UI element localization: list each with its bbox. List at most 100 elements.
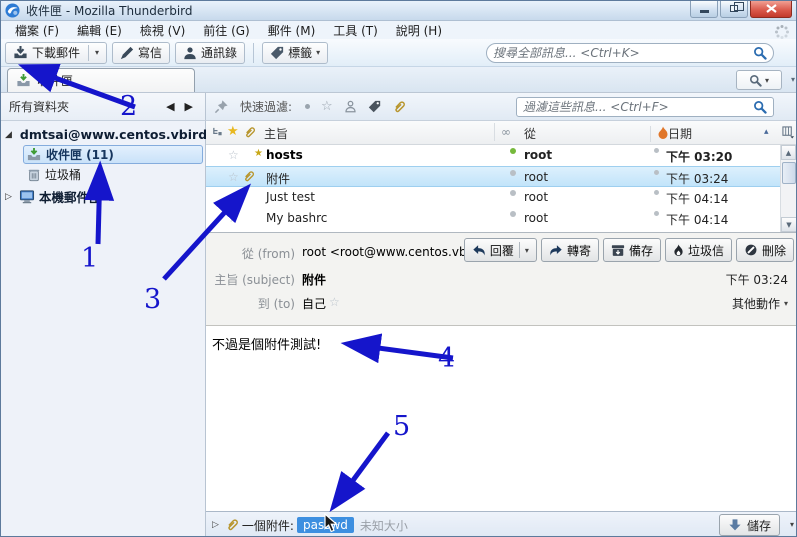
all-tabs-button[interactable]: ▾ xyxy=(791,75,795,84)
save-label: 儲存 xyxy=(747,517,771,534)
message-row-my-bashrc[interactable]: ☆ My bashrc root 下午 04:14 xyxy=(206,208,796,229)
menu-go[interactable]: 前往 (G) xyxy=(195,21,257,40)
titlebar: 收件匣 - Mozilla Thunderbird xyxy=(1,1,796,21)
menu-edit[interactable]: 編輯 (E) xyxy=(69,21,130,40)
star-icon[interactable]: ☆ xyxy=(228,148,239,162)
other-actions-button[interactable]: 其他動作 ▾ xyxy=(732,295,788,312)
forward-button[interactable]: 轉寄 xyxy=(541,238,599,262)
message-date: 下午 03:24 xyxy=(666,170,728,187)
scrollbar-thumb[interactable] xyxy=(782,162,796,184)
thunderbird-logo-icon xyxy=(5,3,20,18)
junk-column-icon[interactable] xyxy=(650,126,669,142)
to-value[interactable]: 自己 xyxy=(302,295,326,312)
message-subject: Just test xyxy=(266,190,315,204)
thread-list: ☆ ★ hosts root 下午 03:20 ☆ 附件 xyxy=(206,145,796,232)
global-search-input[interactable] xyxy=(493,46,753,60)
read-dot-icon[interactable] xyxy=(510,211,516,217)
write-label: 寫信 xyxy=(138,44,162,61)
message-header-pane: 從 (from) root <root@www.centos.vbird> ☆ … xyxy=(206,233,796,326)
search-icon[interactable] xyxy=(753,100,767,114)
thread-column-icon[interactable] xyxy=(212,127,223,138)
column-date[interactable]: 日期 xyxy=(668,125,692,142)
filter-unread-button[interactable] xyxy=(305,104,310,109)
save-attachment-button[interactable]: 儲存 xyxy=(719,514,780,536)
save-options-button[interactable]: ▾ xyxy=(790,520,794,529)
read-dot-icon[interactable] xyxy=(510,190,516,196)
message-subject: 附件 xyxy=(266,170,290,187)
junk-dot-icon[interactable] xyxy=(654,190,659,195)
menu-file[interactable]: 檔案 (F) xyxy=(7,21,67,40)
tab-inbox[interactable]: 收件匣 xyxy=(7,68,195,92)
twisty-expanded-icon[interactable]: ◢ xyxy=(5,130,12,140)
message-row-attachment[interactable]: ☆ 附件 root 下午 03:24 xyxy=(206,166,796,187)
local-folders-label: 本機郵件匣 xyxy=(39,187,102,206)
junk-label: 垃圾信 xyxy=(688,242,724,259)
column-subject[interactable]: 主旨 xyxy=(264,125,288,142)
minimize-button[interactable] xyxy=(690,0,718,18)
message-row-hosts[interactable]: ☆ ★ hosts root 下午 03:20 xyxy=(206,145,796,166)
account-row[interactable]: ◢ dmtsai@www.centos.vbird xyxy=(1,125,205,144)
close-button[interactable] xyxy=(750,0,792,18)
filter-tag-button[interactable] xyxy=(368,100,381,113)
chevron-down-icon[interactable]: ▾ xyxy=(95,48,99,57)
write-button[interactable]: 寫信 xyxy=(112,42,170,64)
folder-view-back-button[interactable]: ◀ xyxy=(166,100,174,113)
delete-button[interactable]: 刪除 xyxy=(736,238,794,262)
local-folders-row[interactable]: ▷ 本機郵件匣 xyxy=(1,187,205,206)
star-icon[interactable]: ☆ xyxy=(228,211,239,225)
quick-filter-box[interactable] xyxy=(516,97,774,117)
chevron-down-icon[interactable]: ▾ xyxy=(316,48,320,57)
junk-dot-icon[interactable] xyxy=(654,211,659,216)
column-from[interactable]: 從 xyxy=(524,125,536,142)
address-book-button[interactable]: 通訊錄 xyxy=(175,42,245,64)
tag-icon xyxy=(270,46,284,60)
reply-button[interactable]: 回覆 ▾ xyxy=(464,238,537,262)
menu-message[interactable]: 郵件 (M) xyxy=(260,21,324,40)
read-dot-icon[interactable] xyxy=(510,170,516,176)
read-column-icon[interactable]: ∞ xyxy=(494,123,511,141)
menu-help[interactable]: 說明 (H) xyxy=(388,21,450,40)
folder-view-forward-button[interactable]: ▶ xyxy=(185,100,193,113)
filter-contact-button[interactable] xyxy=(344,100,357,113)
filter-attachment-button[interactable] xyxy=(392,100,406,114)
unread-dot-icon[interactable] xyxy=(510,148,516,154)
chevron-down-icon[interactable]: ▾ xyxy=(525,246,529,255)
column-picker-icon[interactable] xyxy=(782,126,795,139)
restore-icon xyxy=(730,5,738,12)
star-column-icon[interactable]: ★ xyxy=(227,124,239,139)
message-row-just-test[interactable]: ☆ Just test root 下午 04:14 xyxy=(206,187,796,208)
folder-pane-title[interactable]: 所有資料夾 xyxy=(9,98,166,115)
menu-tools[interactable]: 工具 (T) xyxy=(325,21,386,40)
search-icon[interactable] xyxy=(753,46,767,60)
message-from: root xyxy=(524,148,552,162)
attachment-twisty-icon[interactable]: ▷ xyxy=(212,520,219,530)
folder-inbox-row[interactable]: 收件匣 (11) xyxy=(23,145,203,164)
forward-icon xyxy=(549,244,563,257)
attachment-file[interactable]: passwd xyxy=(297,517,354,533)
junk-dot-icon[interactable] xyxy=(654,148,659,153)
scroll-down-button[interactable]: ▼ xyxy=(781,217,797,232)
thread-list-scrollbar[interactable]: ▲ ▼ xyxy=(780,145,796,232)
computer-icon xyxy=(19,189,35,204)
menu-view[interactable]: 檢視 (V) xyxy=(132,21,193,40)
message-subject: My bashrc xyxy=(266,211,327,225)
global-search-box[interactable] xyxy=(486,43,774,63)
get-mail-label: 下載郵件 xyxy=(32,44,80,61)
archive-button[interactable]: 備存 xyxy=(603,238,661,262)
folder-trash-row[interactable]: 垃圾桶 xyxy=(1,165,205,184)
twisty-collapsed-icon[interactable]: ▷ xyxy=(5,192,15,202)
junk-button[interactable]: 垃圾信 xyxy=(665,238,732,262)
tab-search-button[interactable]: ▾ xyxy=(736,70,782,90)
star-icon[interactable]: ☆ xyxy=(228,170,239,184)
filter-starred-button[interactable]: ☆ xyxy=(321,99,333,114)
attachment-column-icon[interactable] xyxy=(243,126,256,139)
scroll-up-button[interactable]: ▲ xyxy=(781,145,796,160)
sort-ascending-icon[interactable]: ▴ xyxy=(764,127,769,137)
pin-icon[interactable] xyxy=(214,99,229,114)
star-icon[interactable]: ☆ xyxy=(228,190,239,204)
tag-button[interactable]: 標籤 ▾ xyxy=(262,42,328,64)
restore-button[interactable] xyxy=(720,0,748,18)
get-mail-button[interactable]: 下載郵件 ▾ xyxy=(5,42,107,64)
quick-filter-input[interactable] xyxy=(523,100,753,114)
junk-dot-icon[interactable] xyxy=(654,170,659,175)
